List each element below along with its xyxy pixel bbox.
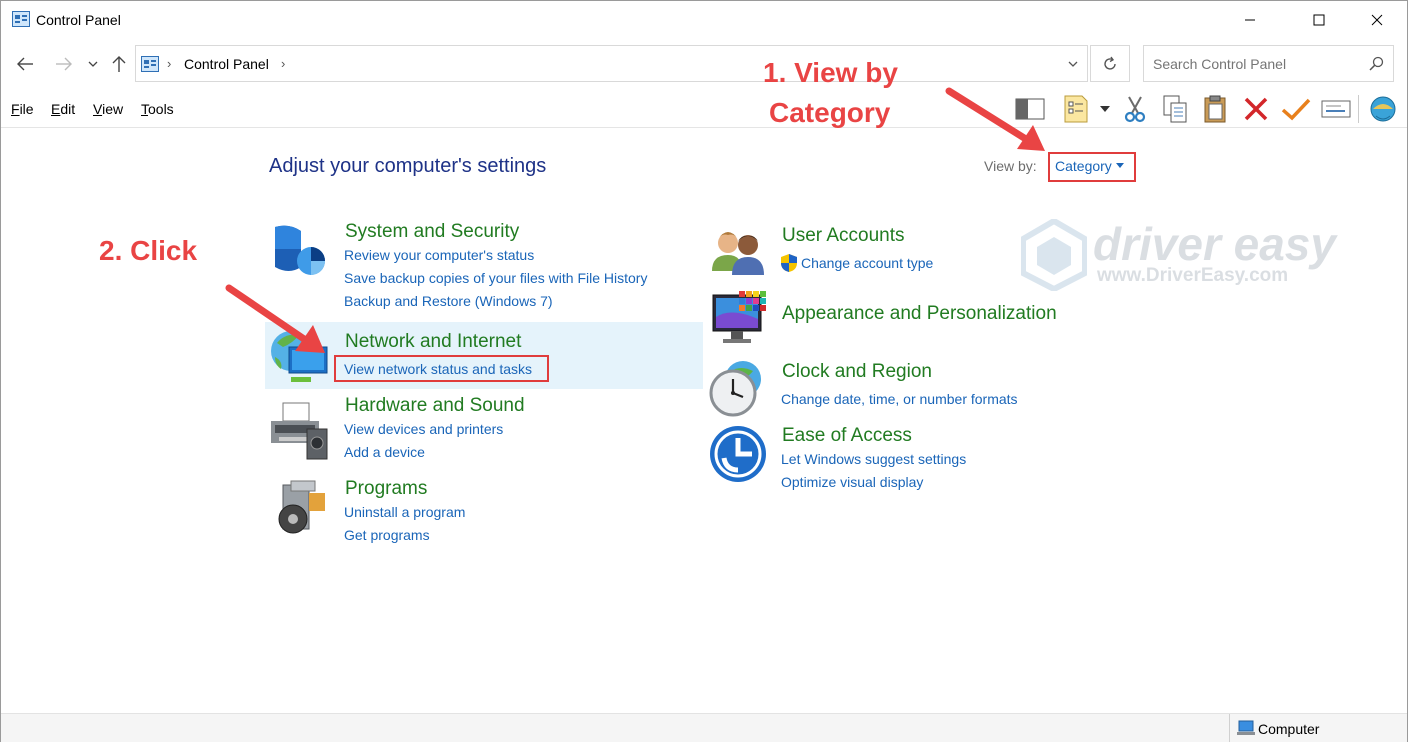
highlight-box-network-link (334, 355, 549, 382)
recent-locations-button[interactable] (83, 51, 103, 77)
link-optimize-display[interactable]: Optimize visual display (781, 474, 923, 490)
forward-button[interactable] (52, 51, 76, 77)
layout-pane-icon (1015, 98, 1045, 120)
view-by-dropdown[interactable]: Category (1048, 152, 1136, 182)
close-button[interactable] (1354, 1, 1400, 39)
driver-easy-logo-icon (1021, 219, 1087, 291)
page-title: Adjust your computer's settings (269, 155, 547, 177)
category-title[interactable]: Hardware and Sound (345, 395, 525, 417)
chevron-right-icon[interactable]: › (281, 56, 285, 71)
view-by-label: View by: (984, 158, 1037, 174)
user-accounts-icon (712, 232, 764, 275)
arrow-left-icon (17, 57, 33, 71)
category-title[interactable]: User Accounts (782, 225, 905, 247)
delete-x-icon (1244, 97, 1268, 121)
annotation-arrows (225, 87, 1045, 353)
cut-button[interactable] (1119, 93, 1151, 125)
control-panel-icon (141, 56, 159, 72)
category-title[interactable]: Network and Internet (345, 331, 521, 353)
caret-down-icon (1115, 163, 1124, 168)
link-backup-restore[interactable]: Backup and Restore (Windows 7) (344, 293, 553, 309)
refresh-button[interactable] (1090, 45, 1130, 82)
status-bar: Computer (1, 713, 1407, 742)
minimize-button[interactable] (1227, 1, 1273, 39)
breadcrumb-control-panel[interactable]: Control Panel (184, 56, 269, 72)
arrow-right-icon (56, 57, 72, 71)
address-bar[interactable]: › Control Panel › (135, 45, 1088, 82)
back-button[interactable] (13, 51, 37, 77)
appearance-monitor-icon (712, 291, 766, 343)
chevron-down-icon[interactable] (1067, 58, 1079, 70)
properties-icon (1064, 95, 1088, 123)
status-text: Computer (1258, 721, 1320, 737)
security-shield-icon (275, 225, 325, 275)
link-uninstall-program[interactable]: Uninstall a program (344, 504, 465, 520)
copy-button[interactable] (1159, 93, 1191, 125)
uac-shield-icon (781, 254, 797, 272)
computer-icon (1237, 720, 1255, 735)
ease-of-access-icon (710, 426, 766, 482)
category-title[interactable]: System and Security (345, 221, 519, 243)
caret-down-icon (1100, 106, 1110, 112)
programs-box-disc-icon (278, 480, 325, 534)
properties-dropdown[interactable] (1095, 93, 1115, 125)
clock-globe-icon (709, 361, 761, 417)
arrow-up-icon (112, 56, 126, 72)
link-view-devices[interactable]: View devices and printers (344, 421, 503, 437)
menu-file[interactable]: File (11, 101, 34, 117)
apply-button[interactable] (1280, 93, 1312, 125)
link-get-programs[interactable]: Get programs (344, 527, 430, 543)
watermark-brand: driver easy (1093, 218, 1336, 270)
link-change-date-time[interactable]: Change date, time, or number formats (781, 391, 1018, 407)
globe-toolbar-button[interactable] (1367, 93, 1399, 125)
delete-button[interactable] (1240, 93, 1272, 125)
category-title[interactable]: Ease of Access (782, 425, 912, 447)
category-title[interactable]: Appearance and Personalization (782, 303, 1057, 325)
rename-button[interactable] (1320, 93, 1352, 125)
window-title: Control Panel (36, 12, 121, 28)
properties-button[interactable] (1060, 93, 1092, 125)
search-box[interactable] (1143, 45, 1394, 82)
maximize-button[interactable] (1296, 1, 1342, 39)
checkmark-icon (1281, 98, 1311, 121)
layout-pane-button[interactable] (1014, 93, 1046, 125)
chevron-down-icon (88, 61, 98, 67)
annotation-step2: 2. Click (99, 235, 198, 266)
menu-edit[interactable]: Edit (51, 101, 75, 117)
menu-tools[interactable]: Tools (141, 101, 174, 117)
paste-button[interactable] (1199, 93, 1231, 125)
control-panel-window: Control Panel › Control Panel › Search C… (0, 0, 1408, 742)
title-bar: Control Panel (1, 1, 1407, 39)
link-review-status[interactable]: Review your computer's status (344, 247, 534, 263)
refresh-icon (1104, 56, 1116, 70)
copy-icon (1163, 95, 1187, 123)
network-globe-monitor-icon (271, 331, 328, 382)
link-add-device[interactable]: Add a device (344, 444, 425, 460)
toolbar-separator (1358, 95, 1359, 123)
menu-view[interactable]: View (93, 101, 123, 117)
category-title[interactable]: Programs (345, 478, 427, 500)
status-divider (1229, 714, 1230, 742)
link-change-account-type[interactable]: Change account type (801, 255, 933, 271)
toolbar-divider (1, 127, 1407, 128)
search-input[interactable] (1144, 46, 1359, 81)
annotation-step1-line2: Category (769, 97, 891, 128)
chevron-right-icon[interactable]: › (167, 56, 171, 71)
maximize-icon (1313, 14, 1325, 26)
scissors-icon (1124, 96, 1146, 123)
annotation-step1-line1: 1. View by (763, 57, 898, 88)
close-icon (1371, 14, 1383, 26)
link-file-history[interactable]: Save backup copies of your files with Fi… (344, 270, 647, 286)
minimize-icon (1245, 19, 1255, 21)
up-button[interactable] (107, 51, 131, 77)
paste-icon (1204, 95, 1226, 123)
search-icon[interactable] (1369, 56, 1384, 71)
category-title[interactable]: Clock and Region (782, 361, 932, 383)
globe-shell-icon (1370, 96, 1396, 122)
link-windows-suggest[interactable]: Let Windows suggest settings (781, 451, 966, 467)
control-panel-app-icon (12, 11, 30, 27)
rename-icon (1321, 100, 1351, 118)
printer-speaker-icon (271, 402, 328, 460)
watermark-url: www.DriverEasy.com (1097, 265, 1289, 286)
